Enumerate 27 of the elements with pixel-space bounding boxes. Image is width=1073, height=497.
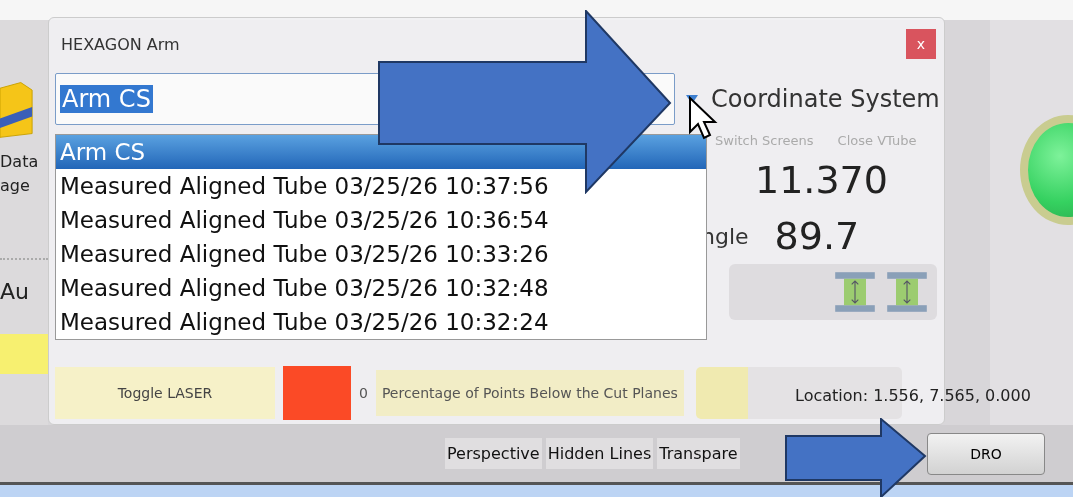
dropdown-option[interactable]: Measured Aligned Tube 03/25/26 10:36:54 xyxy=(56,203,706,237)
location-readout: Location: 1.556, 7.565, 0.000 xyxy=(795,386,1031,405)
view-tab[interactable]: Transpare xyxy=(657,438,740,469)
dropdown-option[interactable]: Measured Aligned Tube 03/25/26 10:32:48 xyxy=(56,271,706,305)
dro-button[interactable]: DRO xyxy=(927,432,1045,475)
percentage-label: Percentage of Points Below the Cut Planes xyxy=(375,370,684,416)
dropdown-option[interactable]: Measured Aligned Tube 03/25/26 10:33:26 xyxy=(56,237,706,271)
status-bar xyxy=(0,334,48,374)
clamp-icon[interactable] xyxy=(885,270,929,314)
button-label: Data xyxy=(0,151,39,173)
dropdown-option[interactable]: Measured Aligned Tube 03/25/26 10:37:56 xyxy=(56,169,706,203)
toggle-laser-button[interactable]: Toggle LASER xyxy=(55,367,275,419)
dropdown-option[interactable]: Measured Aligned Tube 03/25/26 10:32:24 xyxy=(56,305,706,339)
button-label: age xyxy=(0,175,30,197)
panel-label: Au xyxy=(0,280,29,304)
laser-status-indicator xyxy=(283,366,351,420)
readout-value: 89.7 xyxy=(774,214,860,258)
view-tab[interactable]: Perspective xyxy=(445,438,542,469)
field-label: Coordinate System xyxy=(711,85,940,113)
view-tab[interactable]: Hidden Lines xyxy=(545,438,654,469)
arrow-icon xyxy=(785,418,927,497)
close-button[interactable]: x xyxy=(906,29,936,59)
window-title: HEXAGON Arm xyxy=(61,34,181,54)
clamp-icon[interactable] xyxy=(833,270,877,314)
count-value: 0 xyxy=(359,385,368,401)
readout-value: 11.370 xyxy=(755,158,888,202)
folder-icon xyxy=(0,80,34,138)
